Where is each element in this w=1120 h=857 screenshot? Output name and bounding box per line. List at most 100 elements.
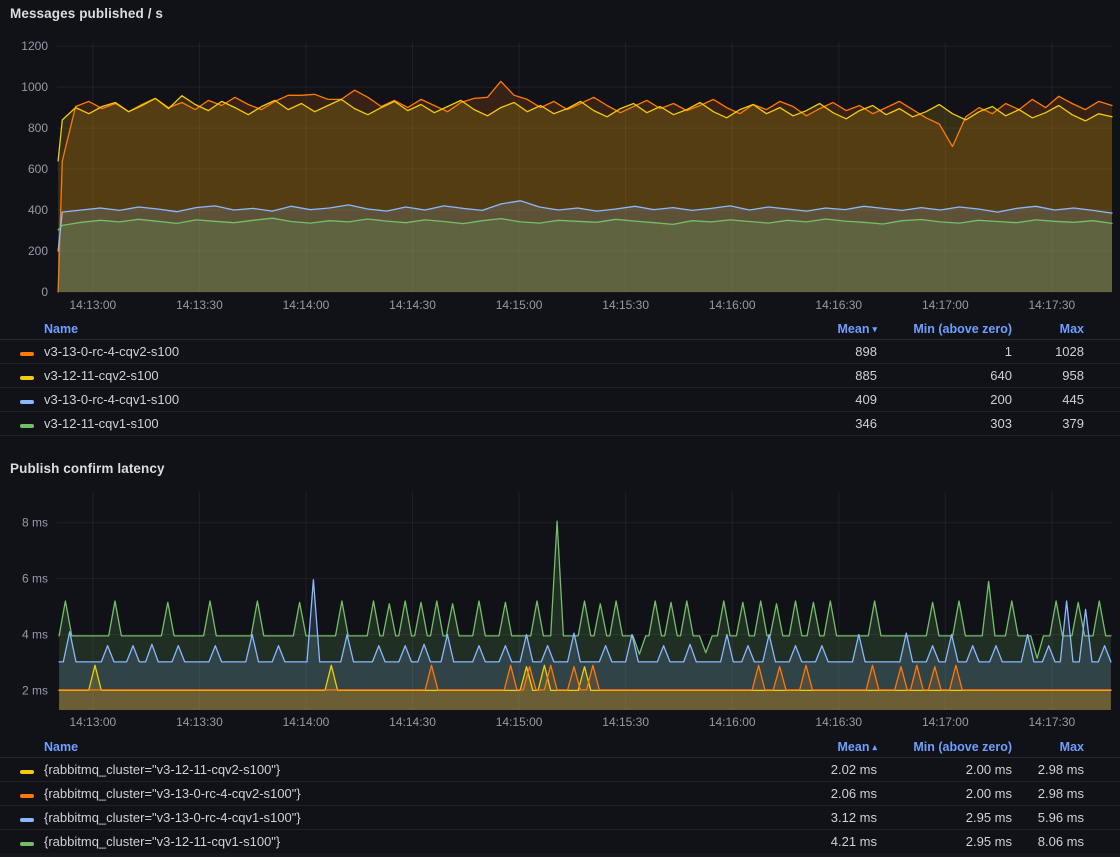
series-color-swatch[interactable] <box>20 352 34 356</box>
svg-text:4 ms: 4 ms <box>22 628 48 642</box>
series-swatch-cell <box>20 343 44 361</box>
series-swatch-cell <box>20 367 44 385</box>
series-max-value: 445 <box>1012 392 1084 407</box>
svg-text:0: 0 <box>41 285 48 299</box>
series-max-value: 8.06 ms <box>1012 834 1084 849</box>
series-mean-value: 346 <box>757 416 877 431</box>
series-name-label[interactable]: {rabbitmq_cluster="v3-13-0-rc-4-cqv2-s10… <box>44 786 757 801</box>
series-mean-value: 3.12 ms <box>757 810 877 825</box>
series-mean-value: 2.06 ms <box>757 786 877 801</box>
sort-direction-icon: ▴ <box>872 742 877 752</box>
svg-text:14:13:30: 14:13:30 <box>176 298 223 312</box>
series-color-swatch[interactable] <box>20 424 34 428</box>
legend-header-row: NameMean▾Min (above zero)Max <box>0 318 1120 340</box>
col-header-min-above-zero[interactable]: Min (above zero) <box>877 322 1012 336</box>
series-min-value: 2.95 ms <box>877 834 1012 849</box>
svg-text:14:14:30: 14:14:30 <box>389 715 436 729</box>
series-color-swatch[interactable] <box>20 842 34 846</box>
series-mean-value: 2.02 ms <box>757 762 877 777</box>
series-mean-value: 898 <box>757 344 877 359</box>
svg-text:14:15:00: 14:15:00 <box>496 298 543 312</box>
svg-text:6 ms: 6 ms <box>22 572 48 586</box>
svg-text:14:17:30: 14:17:30 <box>1029 715 1076 729</box>
legend-row: v3-12-11-cqv1-s100346303379 <box>0 412 1120 436</box>
col-header-mean[interactable]: Mean▴ <box>757 740 877 754</box>
series-mean-value: 409 <box>757 392 877 407</box>
legend-row: {rabbitmq_cluster="v3-13-0-rc-4-cqv2-s10… <box>0 782 1120 806</box>
svg-text:14:14:30: 14:14:30 <box>389 298 436 312</box>
svg-text:14:13:30: 14:13:30 <box>176 715 223 729</box>
svg-text:1200: 1200 <box>21 39 48 53</box>
legend-table-messages-published: NameMean▾Min (above zero)Maxv3-13-0-rc-4… <box>0 318 1120 436</box>
series-max-value: 5.96 ms <box>1012 810 1084 825</box>
series-color-swatch[interactable] <box>20 376 34 380</box>
svg-text:600: 600 <box>28 162 48 176</box>
sort-direction-icon: ▾ <box>872 324 877 334</box>
series-name-label[interactable]: v3-13-0-rc-4-cqv2-s100 <box>44 344 757 359</box>
col-header-mean[interactable]: Mean▾ <box>757 322 877 336</box>
series-name-label[interactable]: v3-12-11-cqv1-s100 <box>44 416 757 431</box>
svg-text:14:14:00: 14:14:00 <box>283 298 330 312</box>
legend-row: v3-13-0-rc-4-cqv2-s10089811028 <box>0 340 1120 364</box>
svg-text:14:17:00: 14:17:00 <box>922 298 969 312</box>
svg-text:14:15:00: 14:15:00 <box>496 715 543 729</box>
svg-text:14:17:00: 14:17:00 <box>922 715 969 729</box>
svg-text:2 ms: 2 ms <box>22 683 48 697</box>
col-header-min-above-zero[interactable]: Min (above zero) <box>877 740 1012 754</box>
series-color-swatch[interactable] <box>20 818 34 822</box>
series-name-label[interactable]: v3-13-0-rc-4-cqv1-s100 <box>44 392 757 407</box>
series-max-value: 379 <box>1012 416 1084 431</box>
series-swatch-cell <box>20 833 44 851</box>
svg-text:14:13:00: 14:13:00 <box>70 298 117 312</box>
series-name-label[interactable]: v3-12-11-cqv2-s100 <box>44 368 757 383</box>
svg-text:14:15:30: 14:15:30 <box>602 298 649 312</box>
svg-text:1000: 1000 <box>21 80 48 94</box>
series-min-value: 200 <box>877 392 1012 407</box>
svg-text:800: 800 <box>28 121 48 135</box>
panel-title-publish-confirm-latency[interactable]: Publish confirm latency <box>10 461 165 476</box>
svg-text:400: 400 <box>28 203 48 217</box>
series-name-label[interactable]: {rabbitmq_cluster="v3-13-0-rc-4-cqv1-s10… <box>44 810 757 825</box>
series-color-swatch[interactable] <box>20 794 34 798</box>
col-header-max[interactable]: Max <box>1012 322 1084 336</box>
svg-text:14:13:00: 14:13:00 <box>70 715 117 729</box>
dashboard: Messages published / s 0 200 400 600 800 1000… <box>0 0 1120 857</box>
legend-row: {rabbitmq_cluster="v3-12-11-cqv2-s100"}2… <box>0 758 1120 782</box>
svg-text:14:14:00: 14:14:00 <box>283 715 330 729</box>
series-name-label[interactable]: {rabbitmq_cluster="v3-12-11-cqv1-s100"} <box>44 834 757 849</box>
series-color-swatch[interactable] <box>20 770 34 774</box>
col-header-name[interactable]: Name <box>44 740 757 754</box>
chart-publish-confirm-latency[interactable]: 2 ms 4 ms 6 ms 8 ms 14:13:00 14:13:30 14:14:00… <box>0 478 1120 736</box>
series-max-value: 2.98 ms <box>1012 762 1084 777</box>
series-name-label[interactable]: {rabbitmq_cluster="v3-12-11-cqv2-s100"} <box>44 762 757 777</box>
series-swatch-cell <box>20 415 44 433</box>
legend-row: v3-13-0-rc-4-cqv1-s100409200445 <box>0 388 1120 412</box>
series-max-value: 958 <box>1012 368 1084 383</box>
series-min-value: 303 <box>877 416 1012 431</box>
svg-text:14:16:30: 14:16:30 <box>815 715 862 729</box>
svg-text:14:16:30: 14:16:30 <box>815 298 862 312</box>
chart-messages-published[interactable]: 0 200 400 600 800 1000 1200 14:13:00 14:13:30 14:… <box>0 30 1120 318</box>
legend-row: v3-12-11-cqv2-s100885640958 <box>0 364 1120 388</box>
series-color-swatch[interactable] <box>20 400 34 404</box>
next-panel-edge <box>0 853 1120 857</box>
series-mean-value: 885 <box>757 368 877 383</box>
series-min-value: 1 <box>877 344 1012 359</box>
series-max-value: 2.98 ms <box>1012 786 1084 801</box>
legend-row: {rabbitmq_cluster="v3-13-0-rc-4-cqv1-s10… <box>0 806 1120 830</box>
col-header-max[interactable]: Max <box>1012 740 1084 754</box>
series-swatch-cell <box>20 785 44 803</box>
svg-text:8 ms: 8 ms <box>22 516 48 530</box>
series-swatch-cell <box>20 761 44 779</box>
svg-text:200: 200 <box>28 244 48 258</box>
series-swatch-cell <box>20 809 44 827</box>
col-header-name[interactable]: Name <box>44 322 757 336</box>
panel-title-messages-published[interactable]: Messages published / s <box>10 6 163 21</box>
series-min-value: 2.95 ms <box>877 810 1012 825</box>
legend-table-publish-confirm-latency: NameMean▴Min (above zero)Max {rabbitmq_cl… <box>0 736 1120 854</box>
svg-text:14:17:30: 14:17:30 <box>1029 298 1076 312</box>
series-min-value: 2.00 ms <box>877 786 1012 801</box>
svg-text:14:16:00: 14:16:00 <box>709 715 756 729</box>
legend-row: {rabbitmq_cluster="v3-12-11-cqv1-s100"}4… <box>0 830 1120 854</box>
series-min-value: 640 <box>877 368 1012 383</box>
